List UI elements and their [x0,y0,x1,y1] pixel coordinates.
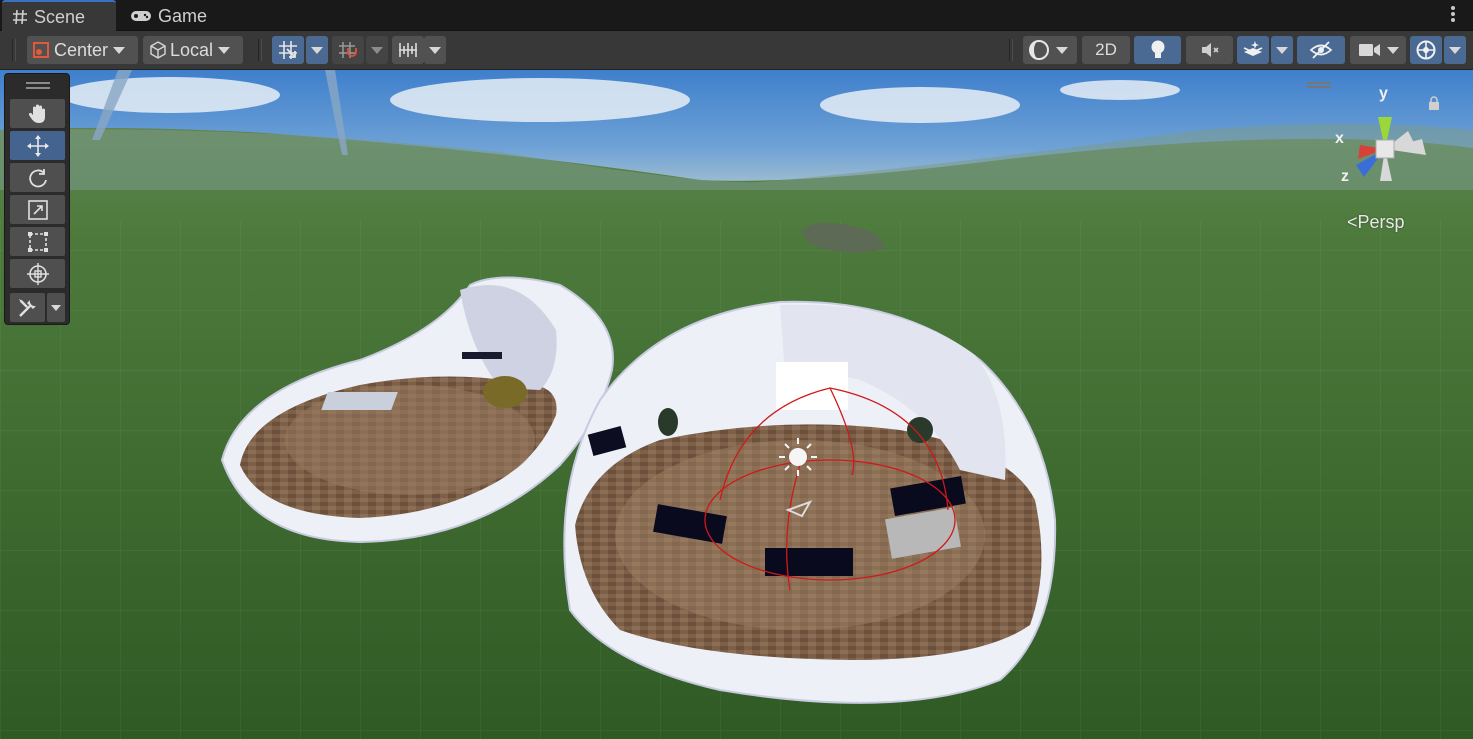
chevron-down-icon [1056,46,1068,54]
gizmos-dropdown[interactable] [1444,36,1466,64]
rect-tool-icon [27,231,49,253]
draw-mode-dropdown[interactable] [1023,36,1077,64]
camera-icon [1358,41,1382,59]
transform-tool-button[interactable] [10,259,65,288]
rotate-tool-button[interactable] [10,163,65,192]
toolbar-divider [1009,39,1013,61]
grid-snap-icon [277,39,299,61]
tools-overlay [4,73,70,325]
projection-label: Persp [1357,212,1405,232]
chevron-down-icon [371,46,383,54]
axis-z-label: z [1341,168,1349,185]
pivot-rotation-dropdown[interactable]: Local [143,36,243,64]
shaded-sphere-icon [1028,39,1050,61]
tab-scene[interactable]: Scene [2,0,116,32]
chevron-down-icon [218,46,231,54]
ruler-dropdown[interactable] [424,36,446,64]
lock-icon[interactable] [1428,96,1440,115]
scene-viewport[interactable]: y x z <Persp [0,70,1473,739]
pivot-center-icon [31,40,51,60]
axis-x-label: x [1335,130,1344,147]
pivot-mode-dropdown[interactable]: Center [27,36,138,64]
grid-snapping-button[interactable] [272,36,304,64]
tab-game-label: Game [158,5,208,26]
mode-2d-label: 2D [1095,40,1117,59]
rect-tool-button[interactable] [10,227,65,256]
chevron-left-icon: < [1347,212,1358,232]
chevron-down-icon [51,304,61,311]
move-tool-button[interactable] [10,131,65,160]
rotate-tool-icon [27,167,49,189]
chevron-down-icon [1449,46,1461,54]
hand-tool-button[interactable] [10,99,65,128]
toolbar-divider [258,39,262,61]
gamepad-icon [130,9,152,23]
transform-tool-icon [26,262,50,286]
eye-hidden-icon [1309,39,1333,61]
effects-layers-icon [1242,39,1264,61]
toolbar-divider [12,39,16,61]
ruler-button[interactable] [392,36,424,64]
grid-snapping-dropdown[interactable] [306,36,328,64]
effects-toggle[interactable] [1237,36,1269,64]
gizmos-toggle[interactable] [1410,36,1442,64]
gizmo-drag-handle[interactable] [1307,82,1331,88]
move-tool-icon [26,134,50,158]
chevron-down-icon [113,46,126,54]
tab-bar: Scene Game [0,0,1473,32]
custom-tool-dropdown[interactable] [47,293,65,322]
tab-scene-label: Scene [34,6,86,27]
hash-icon [12,9,28,25]
gizmo-globe-icon [1415,39,1437,61]
effects-dropdown[interactable] [1271,36,1293,64]
scene-toolbar: Center Local 2D [0,31,1473,70]
more-options-icon[interactable] [1451,6,1455,24]
increment-snap-icon [337,39,359,61]
custom-tool-button[interactable] [10,293,45,322]
scene-visibility-toggle[interactable] [1297,36,1345,64]
mode-2d-button[interactable]: 2D [1082,36,1130,64]
local-cube-icon [148,40,168,60]
speaker-muted-icon [1199,39,1221,61]
increment-snap-button[interactable] [332,36,364,64]
scale-tool-icon [27,199,49,221]
ruler-icon [397,39,419,61]
custom-tool-icon [17,297,39,319]
scale-tool-button[interactable] [10,195,65,224]
pivot-mode-label: Center [54,39,109,60]
chevron-down-icon [1387,46,1399,54]
camera-settings-dropdown[interactable] [1350,36,1406,64]
chevron-down-icon [429,46,441,54]
projection-toggle[interactable]: <Persp [1347,212,1405,233]
tools-drag-handle[interactable] [26,82,50,89]
hand-tool-icon [27,103,49,125]
chevron-down-icon [1276,46,1288,54]
chevron-down-icon [311,46,323,54]
scene-render [0,70,1473,739]
lightbulb-icon [1148,39,1168,61]
audio-toggle[interactable] [1186,36,1233,64]
axis-y-label: y [1379,85,1388,102]
pivot-rotation-label: Local [170,39,214,60]
tab-game[interactable]: Game [128,2,207,30]
increment-snap-dropdown[interactable] [366,36,388,64]
lighting-toggle[interactable] [1134,36,1181,64]
